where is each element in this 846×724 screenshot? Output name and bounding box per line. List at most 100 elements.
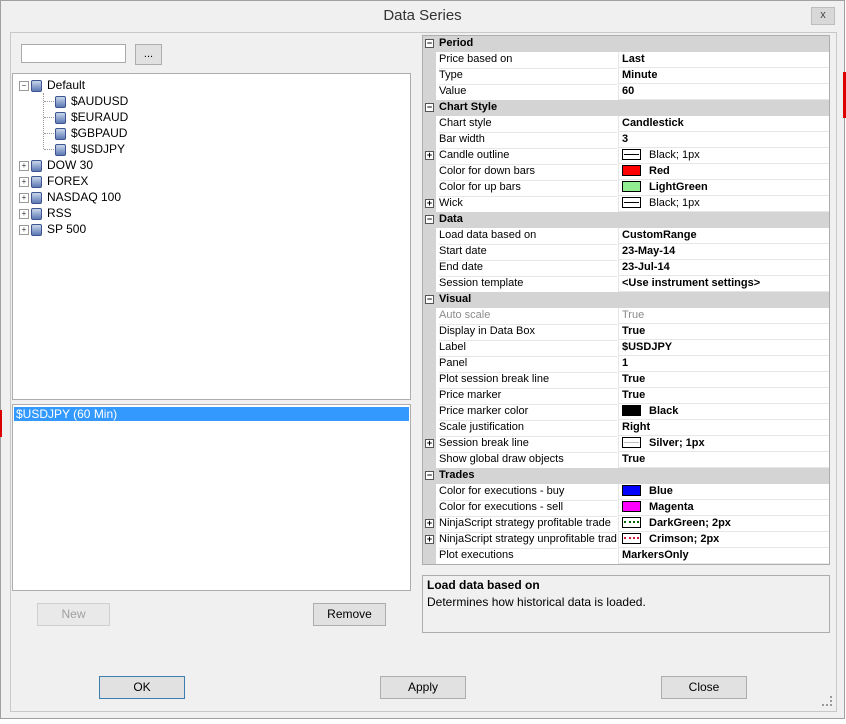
property-row[interactable]: Load data based on CustomRange — [423, 228, 829, 245]
property-row[interactable]: Start date 23-May-14 — [423, 244, 829, 261]
property-name: Price marker — [439, 388, 617, 405]
property-value[interactable]: DarkGreen; 2px — [618, 516, 829, 532]
collapse-icon[interactable]: − — [425, 295, 434, 304]
property-value[interactable]: Minute — [618, 68, 829, 84]
property-value[interactable]: MarkersOnly — [618, 548, 829, 564]
expand-icon[interactable]: + — [19, 208, 29, 219]
property-row[interactable]: Plot session break line True — [423, 372, 829, 389]
property-row[interactable]: Session template <Use instrument settings… — [423, 276, 829, 293]
property-value[interactable]: Magenta — [618, 500, 829, 516]
tree-node[interactable]: + FOREX — [19, 173, 88, 189]
remove-button[interactable]: Remove — [313, 603, 386, 626]
property-value[interactable]: Black — [618, 404, 829, 420]
property-row[interactable]: Display in Data Box True — [423, 324, 829, 341]
property-row[interactable]: + Candle outline Black; 1px — [423, 148, 829, 165]
collapse-icon[interactable]: − — [425, 471, 434, 480]
tree-node[interactable]: − Default — [19, 77, 85, 93]
property-row[interactable]: Chart style Candlestick — [423, 116, 829, 133]
expand-icon[interactable]: + — [19, 176, 29, 187]
property-row[interactable]: + NinjaScript strategy profitable trade Da… — [423, 516, 829, 533]
property-value[interactable]: 3 — [618, 132, 829, 148]
property-row[interactable]: Price marker color Black — [423, 404, 829, 421]
property-value[interactable]: True — [618, 452, 829, 468]
color-swatch — [622, 164, 641, 176]
instrument-search-input[interactable] — [21, 44, 126, 63]
tree-child-instrument[interactable]: $EURAUD — [55, 109, 128, 125]
property-value[interactable]: 60 — [618, 84, 829, 100]
category-period[interactable]: − Period — [423, 36, 829, 52]
property-row[interactable]: Color for executions - buy Blue — [423, 484, 829, 501]
property-row[interactable]: + Session break line Silver; 1px — [423, 436, 829, 453]
property-row[interactable]: End date 23-Jul-14 — [423, 260, 829, 277]
property-row[interactable]: Color for down bars Red — [423, 164, 829, 181]
expand-icon[interactable]: + — [19, 160, 29, 171]
property-value[interactable]: Red — [618, 164, 829, 180]
tree-node[interactable]: + RSS — [19, 205, 72, 221]
tree-child-instrument[interactable]: $GBPAUD — [55, 125, 127, 141]
property-row[interactable]: Price marker True — [423, 388, 829, 405]
resize-grip[interactable] — [822, 696, 832, 706]
expand-icon[interactable]: + — [19, 192, 29, 203]
tree-node[interactable]: + NASDAQ 100 — [19, 189, 121, 205]
expand-icon[interactable]: + — [19, 224, 29, 235]
property-value[interactable]: Crimson; 2px — [618, 532, 829, 548]
close-window-button[interactable]: x — [811, 7, 835, 25]
expand-icon[interactable]: + — [425, 439, 434, 448]
property-row[interactable]: Value 60 — [423, 84, 829, 101]
property-value[interactable]: Black; 1px — [618, 148, 829, 164]
property-value[interactable]: True — [618, 308, 829, 324]
close-button[interactable]: Close — [661, 676, 747, 699]
property-row[interactable]: Auto scale True — [423, 308, 829, 325]
property-value[interactable]: Black; 1px — [618, 196, 829, 212]
property-row[interactable]: Label $USDJPY — [423, 340, 829, 357]
property-row[interactable]: Bar width 3 — [423, 132, 829, 149]
ok-button[interactable]: OK — [99, 676, 185, 699]
collapse-icon[interactable]: − — [425, 39, 434, 48]
row-gutter — [423, 420, 436, 436]
property-value[interactable]: $USDJPY — [618, 340, 829, 356]
property-value[interactable]: Last — [618, 52, 829, 68]
collapse-icon[interactable]: − — [19, 80, 29, 91]
property-value[interactable]: <Use instrument settings> — [618, 276, 829, 292]
apply-button[interactable]: Apply — [380, 676, 466, 699]
property-value[interactable]: 1 — [618, 356, 829, 372]
property-value[interactable]: Candlestick — [618, 116, 829, 132]
property-row[interactable]: Plot executions MarkersOnly — [423, 548, 829, 564]
property-value[interactable]: True — [618, 324, 829, 340]
tree-child-instrument[interactable]: $AUDUSD — [55, 93, 128, 109]
expand-icon[interactable]: + — [425, 519, 434, 528]
category-data[interactable]: − Data — [423, 212, 829, 228]
property-row[interactable]: Panel 1 — [423, 356, 829, 373]
property-row[interactable]: + Wick Black; 1px — [423, 196, 829, 213]
property-row[interactable]: Show global draw objects True — [423, 452, 829, 469]
property-value[interactable]: Right — [618, 420, 829, 436]
series-list-item[interactable]: $USDJPY (60 Min) — [14, 407, 409, 421]
tree-node[interactable]: + DOW 30 — [19, 157, 93, 173]
property-value[interactable]: 23-May-14 — [618, 244, 829, 260]
collapse-icon[interactable]: − — [425, 103, 434, 112]
property-value[interactable]: Silver; 1px — [618, 436, 829, 452]
property-value[interactable]: 23-Jul-14 — [618, 260, 829, 276]
property-row[interactable]: Color for executions - sell Magenta — [423, 500, 829, 517]
expand-icon[interactable]: + — [425, 151, 434, 160]
property-row[interactable]: Scale justification Right — [423, 420, 829, 437]
property-value[interactable]: True — [618, 388, 829, 404]
category-visual[interactable]: − Visual — [423, 292, 829, 308]
property-value[interactable]: LightGreen — [618, 180, 829, 196]
collapse-icon[interactable]: − — [425, 215, 434, 224]
property-row[interactable]: Price based on Last — [423, 52, 829, 69]
property-value[interactable]: CustomRange — [618, 228, 829, 244]
property-value[interactable]: Blue — [618, 484, 829, 500]
property-value[interactable]: True — [618, 372, 829, 388]
new-button[interactable]: New — [37, 603, 110, 626]
property-row[interactable]: Type Minute — [423, 68, 829, 85]
tree-child-instrument[interactable]: $USDJPY — [55, 141, 125, 157]
tree-node[interactable]: + SP 500 — [19, 221, 86, 237]
expand-icon[interactable]: + — [425, 535, 434, 544]
category-trades[interactable]: − Trades — [423, 468, 829, 484]
browse-button[interactable]: ... — [135, 44, 162, 65]
category-chart-style[interactable]: − Chart Style — [423, 100, 829, 116]
property-row[interactable]: Color for up bars LightGreen — [423, 180, 829, 197]
property-row[interactable]: + NinjaScript strategy unprofitable trade… — [423, 532, 829, 549]
expand-icon[interactable]: + — [425, 199, 434, 208]
